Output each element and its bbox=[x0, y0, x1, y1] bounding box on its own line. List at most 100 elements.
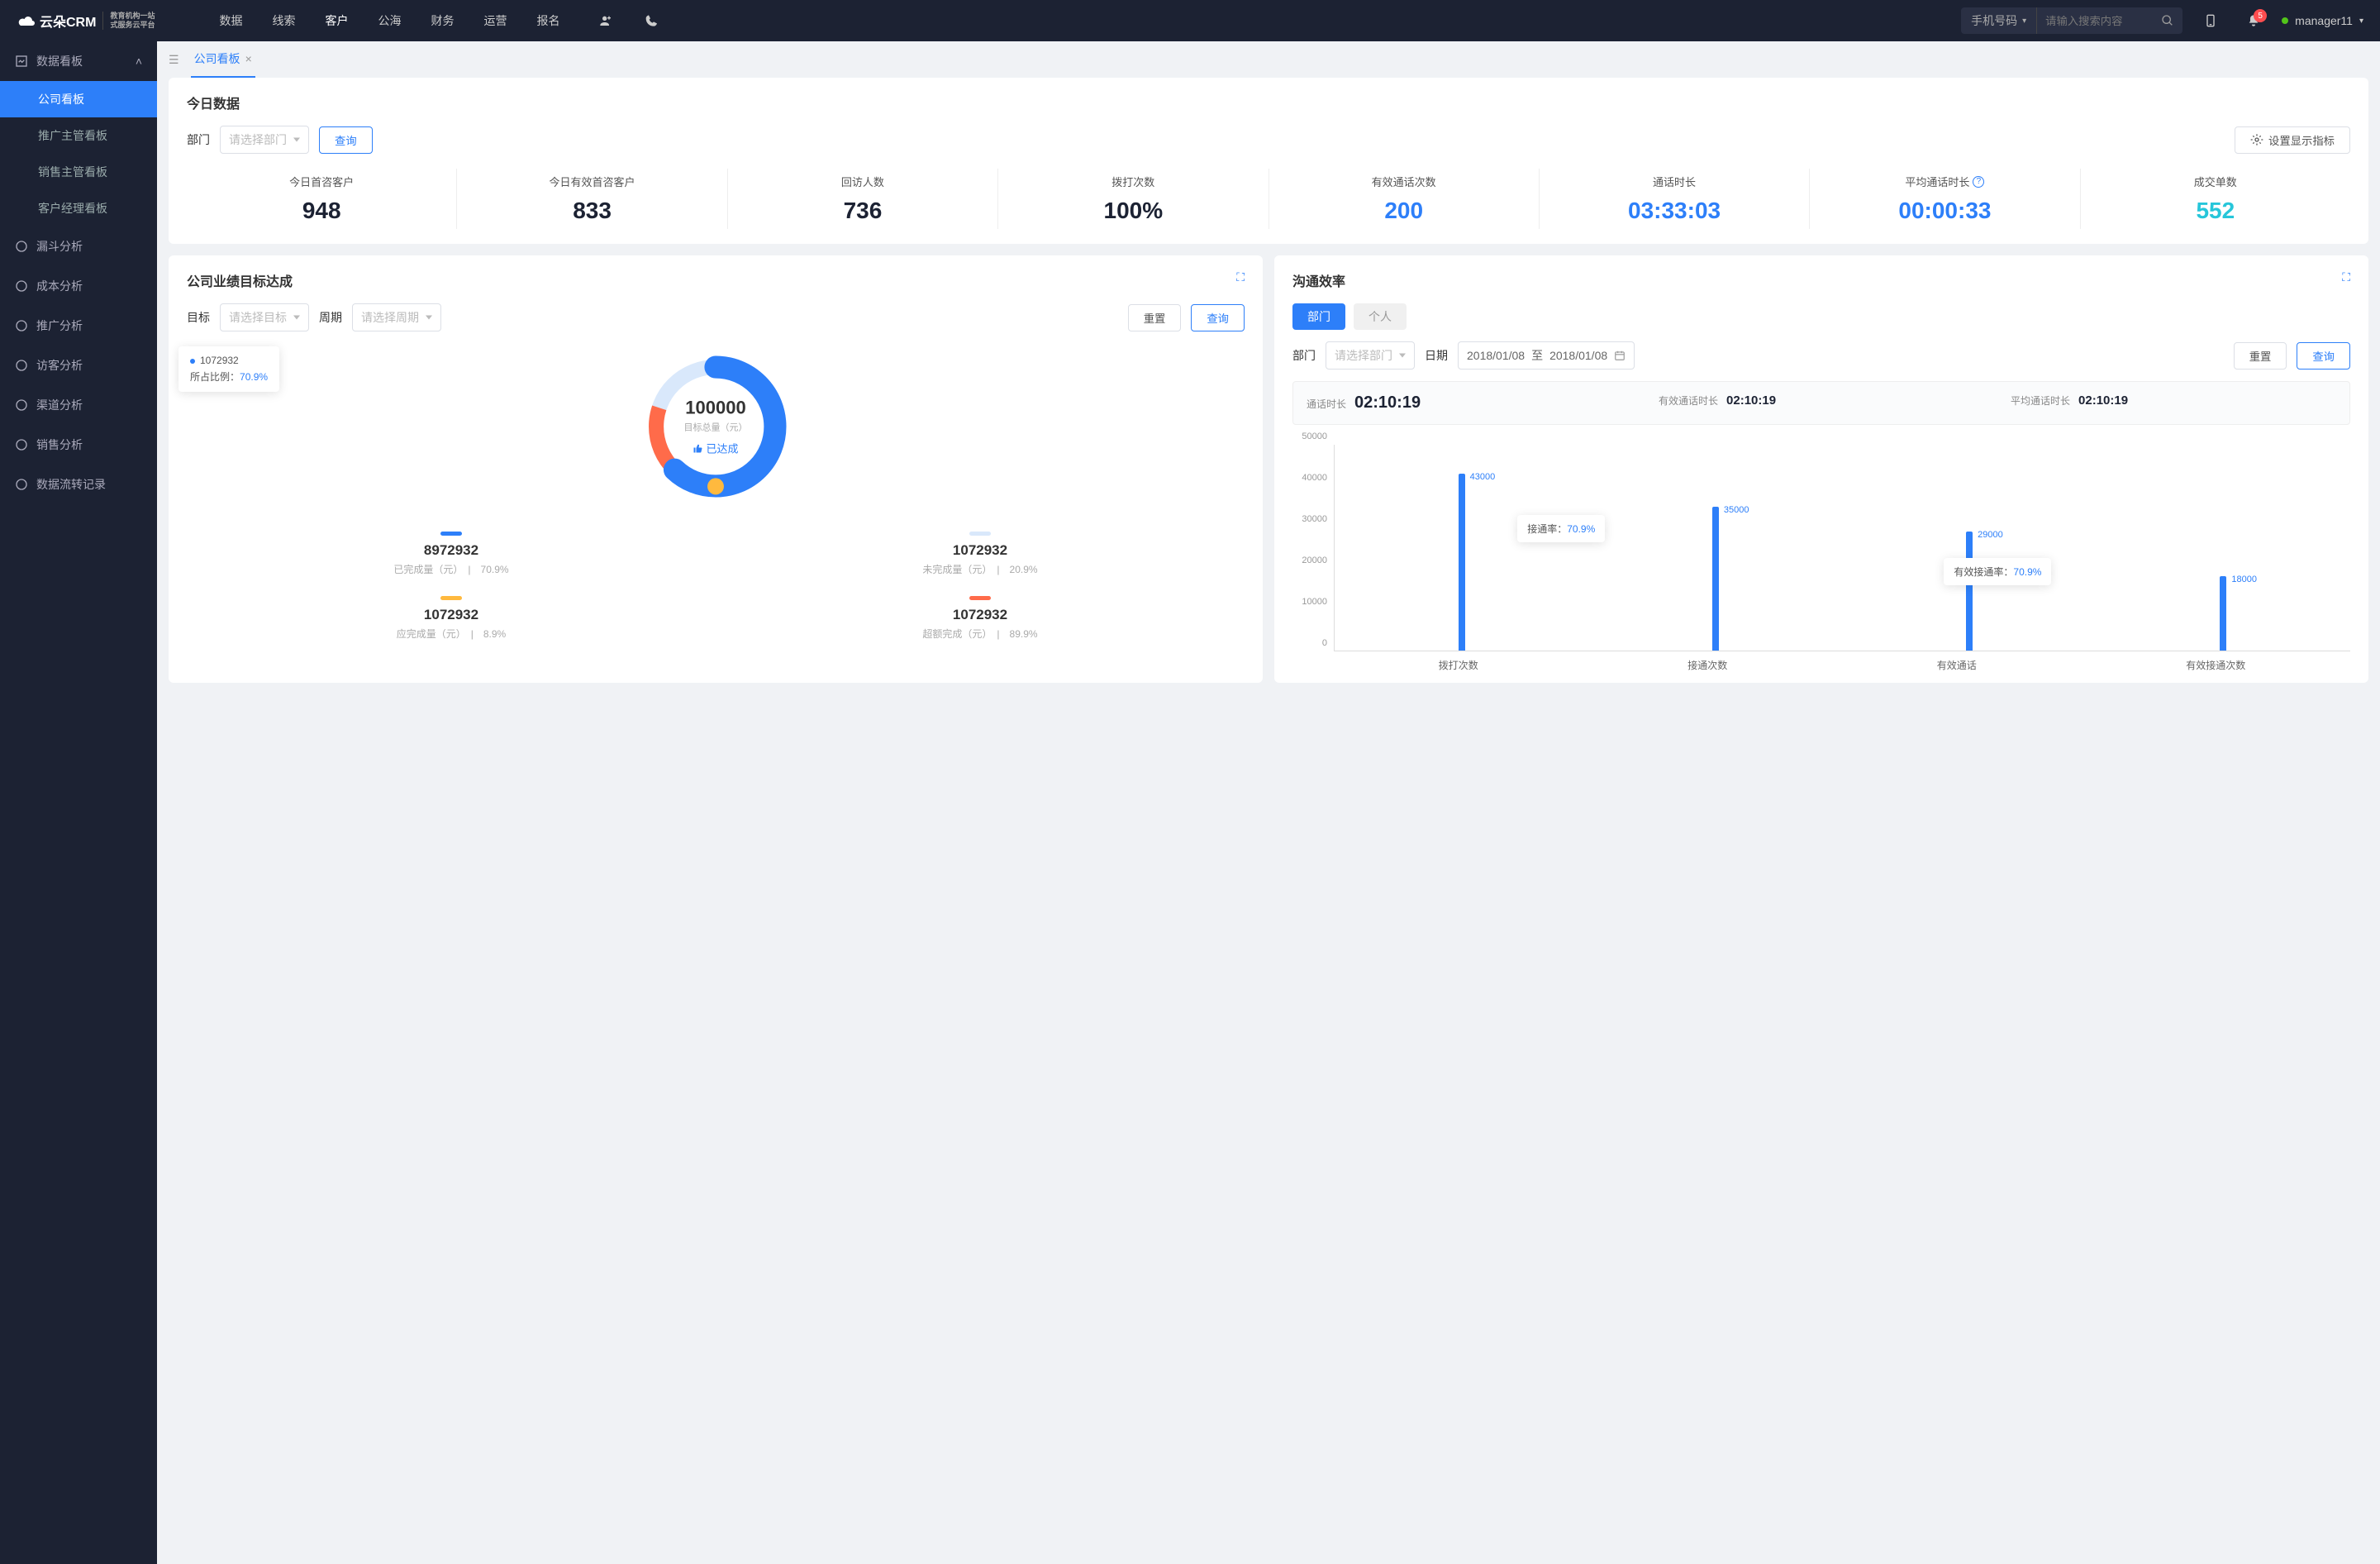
phone-icon[interactable] bbox=[637, 6, 667, 36]
user-menu[interactable]: manager11 ▾ bbox=[2282, 14, 2363, 27]
x-label: 接通次数 bbox=[1687, 658, 1727, 672]
stat-有效通话次数: 有效通话次数200 bbox=[1269, 169, 1540, 229]
sidebar-item-访客分析[interactable]: 访客分析 bbox=[0, 346, 157, 385]
menu-icon bbox=[15, 478, 28, 491]
nav-item-财务[interactable]: 财务 bbox=[416, 0, 469, 41]
reset-button[interactable]: 重置 bbox=[1128, 304, 1182, 331]
seg-tab-personal[interactable]: 个人 bbox=[1354, 303, 1407, 330]
menu-icon bbox=[15, 240, 28, 253]
legend-item: 1072932应完成量（元） | 8.9% bbox=[187, 586, 716, 651]
search-input[interactable] bbox=[2037, 7, 2153, 34]
sidebar-item-销售主管看板[interactable]: 销售主管看板 bbox=[0, 154, 157, 190]
logo: 云朵CRM 教育机构一站式服务云平台 bbox=[17, 11, 155, 31]
card-today: 今日数据 部门 请选择部门 查询 设置显示指标 今日首咨客户948今日有效首咨客… bbox=[169, 78, 2368, 244]
mobile-icon[interactable] bbox=[2196, 6, 2225, 36]
legend-item: 1072932超额完成（元） | 89.9% bbox=[716, 586, 1245, 651]
sidebar-item-客户经理看板[interactable]: 客户经理看板 bbox=[0, 190, 157, 226]
tabs-bar: ☰ 公司看板 × bbox=[169, 41, 2368, 78]
dept-select[interactable]: 请选择部门 bbox=[1326, 341, 1415, 370]
username: manager11 bbox=[2295, 14, 2353, 27]
header: 云朵CRM 教育机构一站式服务云平台 数据线索客户公海财务运营报名 手机号码▾ … bbox=[0, 0, 2380, 41]
target-select[interactable]: 请选择目标 bbox=[220, 303, 309, 331]
thumb-up-icon bbox=[693, 443, 702, 453]
summary-有效通话时长: 有效通话时长02:10:19 bbox=[1645, 382, 1997, 424]
x-label: 有效通话 bbox=[1937, 658, 1977, 672]
stat-平均通话时长: 平均通话时长?00:00:33 bbox=[1810, 169, 2080, 229]
stat-成交单数: 成交单数552 bbox=[2081, 169, 2350, 229]
query-button[interactable]: 查询 bbox=[1191, 304, 1245, 331]
chevron-down-icon: ▾ bbox=[2359, 17, 2363, 26]
search-box: 手机号码▾ bbox=[1961, 7, 2182, 34]
sidebar-item-数据流转记录[interactable]: 数据流转记录 bbox=[0, 465, 157, 504]
menu-icon bbox=[15, 359, 28, 372]
stat-今日有效首咨客户: 今日有效首咨客户833 bbox=[457, 169, 727, 229]
comm-summary: 通话时长02:10:19有效通话时长02:10:19平均通话时长02:10:19 bbox=[1292, 381, 2350, 425]
menu-icon bbox=[15, 438, 28, 451]
stat-回访人数: 回访人数736 bbox=[728, 169, 998, 229]
donut-chart: 1072932 所占比例：70.9% 100000 目标总量（元） bbox=[187, 331, 1245, 522]
seg-tabs: 部门 个人 bbox=[1292, 303, 2350, 330]
nav-item-报名[interactable]: 报名 bbox=[521, 0, 574, 41]
card-title: 公司业绩目标达成 bbox=[187, 270, 1245, 290]
gear-icon bbox=[2250, 133, 2263, 146]
dept-select[interactable]: 请选择部门 bbox=[220, 126, 309, 154]
sidebar-item-公司看板[interactable]: 公司看板 bbox=[0, 81, 157, 117]
sidebar-item-渠道分析[interactable]: 渠道分析 bbox=[0, 385, 157, 425]
nav-item-运营[interactable]: 运营 bbox=[469, 0, 521, 41]
add-user-icon[interactable] bbox=[591, 6, 621, 36]
stat-拨打次数: 拨打次数100% bbox=[998, 169, 1269, 229]
sidebar-item-推广主管看板[interactable]: 推广主管看板 bbox=[0, 117, 157, 154]
menu-icon bbox=[15, 398, 28, 412]
tab-company-dashboard[interactable]: 公司看板 × bbox=[191, 41, 255, 78]
bell-icon[interactable]: 5 bbox=[2239, 6, 2268, 36]
close-icon[interactable]: × bbox=[245, 52, 252, 65]
bar-有效通话: 29000 bbox=[1966, 532, 1973, 651]
card-title: 今日数据 bbox=[187, 93, 2350, 112]
search-type-select[interactable]: 手机号码▾ bbox=[1961, 7, 2037, 34]
help-icon[interactable]: ? bbox=[1973, 176, 1984, 188]
donut-tooltip: 1072932 所占比例：70.9% bbox=[178, 346, 279, 392]
legend-item: 1072932未完成量（元） | 20.9% bbox=[716, 522, 1245, 586]
settings-metrics-button[interactable]: 设置显示指标 bbox=[2235, 126, 2350, 154]
bar-chart: 01000020000300004000050000 接通率：70.9% 有效接… bbox=[1292, 436, 2350, 668]
reset-button[interactable]: 重置 bbox=[2234, 342, 2287, 370]
menu-icon bbox=[15, 279, 28, 293]
sidebar-item-成本分析[interactable]: 成本分析 bbox=[0, 266, 157, 306]
sidebar-item-漏斗分析[interactable]: 漏斗分析 bbox=[0, 226, 157, 266]
search-button[interactable] bbox=[2153, 7, 2182, 34]
summary-通话时长: 通话时长02:10:19 bbox=[1293, 382, 1645, 424]
legend-item: 8972932已完成量（元） | 70.9% bbox=[187, 522, 716, 586]
sidebar-item-销售分析[interactable]: 销售分析 bbox=[0, 425, 157, 465]
card-goal: ⛶ 公司业绩目标达成 目标 请选择目标 周期 请选择周期 重置 查询 10729… bbox=[169, 255, 1263, 683]
dept-label: 部门 bbox=[1292, 347, 1316, 364]
calendar-icon bbox=[1614, 350, 1626, 361]
nav-extra-icons bbox=[591, 6, 667, 36]
query-button[interactable]: 查询 bbox=[2297, 342, 2350, 370]
seg-tab-dept[interactable]: 部门 bbox=[1292, 303, 1345, 330]
cloud-icon bbox=[17, 12, 36, 29]
top-nav: 数据线索客户公海财务运营报名 bbox=[204, 0, 574, 41]
period-select[interactable]: 请选择周期 bbox=[352, 303, 441, 331]
conn-rate-tooltip: 接通率：70.9% bbox=[1517, 515, 1605, 542]
nav-item-公海[interactable]: 公海 bbox=[363, 0, 416, 41]
bar-有效接通次数: 18000 bbox=[2220, 576, 2226, 651]
expand-icon[interactable]: ⛶ bbox=[2342, 270, 2350, 284]
menu-icon bbox=[15, 319, 28, 332]
today-stats: 今日首咨客户948今日有效首咨客户833回访人数736拨打次数100%有效通话次… bbox=[187, 169, 2350, 229]
menu-toggle-icon[interactable]: ☰ bbox=[169, 53, 179, 67]
dashboard-icon bbox=[15, 55, 28, 68]
nav-item-客户[interactable]: 客户 bbox=[310, 0, 363, 41]
valid-conn-rate-tooltip: 有效接通率：70.9% bbox=[1944, 558, 2051, 585]
period-label: 周期 bbox=[319, 309, 342, 326]
sidebar-group-label: 数据看板 bbox=[36, 53, 83, 69]
query-button[interactable]: 查询 bbox=[319, 126, 373, 154]
date-label: 日期 bbox=[1425, 347, 1448, 364]
nav-item-线索[interactable]: 线索 bbox=[257, 0, 310, 41]
date-range[interactable]: 2018/01/08 至 2018/01/08 bbox=[1458, 341, 1635, 370]
card-title: 沟通效率 bbox=[1292, 270, 2350, 290]
sidebar-item-推广分析[interactable]: 推广分析 bbox=[0, 306, 157, 346]
expand-icon[interactable]: ⛶ bbox=[1236, 270, 1245, 284]
achieved-tag: 已达成 bbox=[684, 441, 748, 456]
sidebar-group-dashboard[interactable]: 数据看板 ˄ bbox=[0, 41, 157, 81]
nav-item-数据[interactable]: 数据 bbox=[204, 0, 257, 41]
